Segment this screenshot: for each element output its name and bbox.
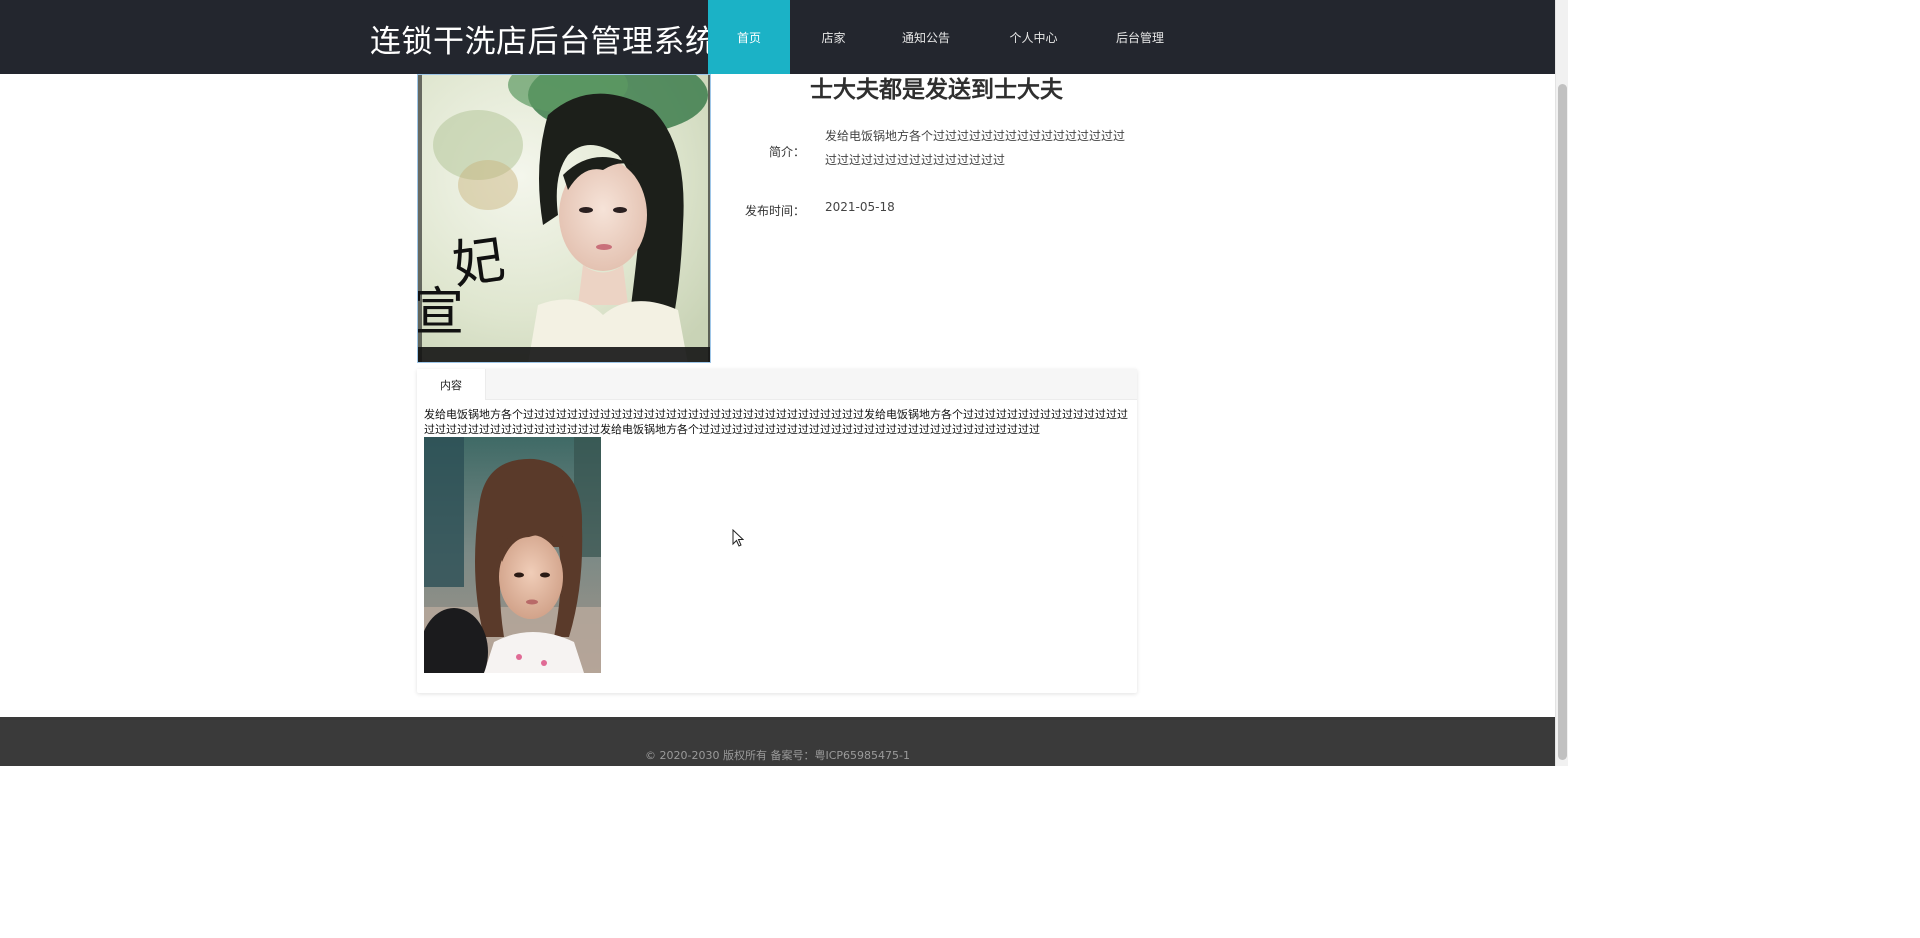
tab-content[interactable]: 内容	[417, 369, 486, 400]
intro-value: 发给电饭锅地方各个过过过过过过过过过过过过过过过过过过过过过过过过过过过过过过过	[825, 129, 1126, 167]
mouse-cursor-icon	[732, 529, 744, 547]
main-nav: 首页 店家 通知公告 个人中心 后台管理	[708, 0, 1188, 74]
publish-date-label: 发布时间：	[744, 204, 805, 218]
item-title: 士大夫都是发送到士大夫	[810, 77, 1063, 103]
page-scrollbar[interactable]	[1555, 0, 1568, 766]
intro-label: 简介：	[768, 145, 805, 159]
copyright-text: © 2020-2030 版权所有 备案号：粤ICP65985475-1	[645, 749, 910, 762]
svg-text:宣: 宣	[418, 283, 464, 343]
content-photo	[424, 437, 601, 673]
scrollbar-thumb[interactable]	[1558, 84, 1567, 760]
nav-item-home[interactable]: 首页	[708, 0, 790, 74]
publish-date-value: 2021-05-18	[825, 200, 895, 214]
nav-item-admin[interactable]: 后台管理	[1092, 0, 1188, 74]
top-navbar: 连锁干洗店后台管理系统 首页 店家 通知公告 个人中心 后台管理	[0, 0, 1555, 74]
cover-image: 妃 宣	[417, 74, 711, 363]
tab-bar: 内容	[417, 369, 1137, 400]
nav-item-shops[interactable]: 店家	[790, 0, 877, 74]
footer: © 2020-2030 版权所有 备案号：粤ICP65985475-1	[0, 717, 1555, 766]
content-text: 发给电饭锅地方各个过过过过过过过过过过过过过过过过过过过过过过过过过过过过过过过…	[424, 408, 1128, 436]
nav-item-profile[interactable]: 个人中心	[975, 0, 1092, 74]
content-tab-panel: 内容 发给电饭锅地方各个过过过过过过过过过过过过过过过过过过过过过过过过过过过过…	[417, 369, 1137, 693]
nav-item-notices[interactable]: 通知公告	[877, 0, 975, 74]
site-brand[interactable]: 连锁干洗店后台管理系统	[370, 16, 717, 61]
